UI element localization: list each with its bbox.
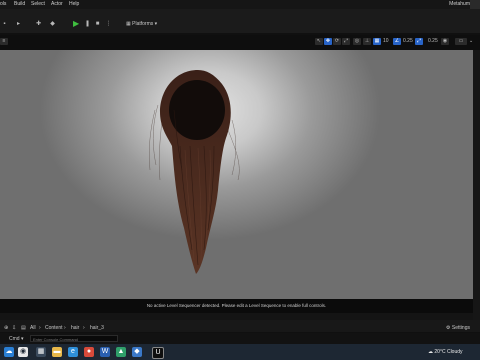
rotate-icon[interactable]: ⟳ xyxy=(333,38,341,45)
launch-options-icon[interactable]: ⋮ xyxy=(104,20,113,29)
word-icon[interactable]: W xyxy=(100,347,110,357)
translate-icon[interactable]: ✥ xyxy=(324,38,332,45)
breadcrumb-all[interactable]: All xyxy=(30,325,36,331)
menu-item-build[interactable]: Build xyxy=(14,1,25,7)
unreal-engine-icon[interactable]: U xyxy=(152,347,164,359)
add-actor-icon[interactable]: ✚ xyxy=(34,20,43,29)
weather-widget-icon[interactable]: ☁ xyxy=(4,347,14,357)
status-strip xyxy=(0,313,473,320)
chrome-icon[interactable]: ◉ xyxy=(18,347,28,357)
level-viewport[interactable] xyxy=(0,50,473,299)
platforms-dropdown[interactable]: ▦ Platforms ▾ xyxy=(126,21,157,27)
angle-snap-icon[interactable]: ∠ xyxy=(393,38,401,45)
add-icon[interactable]: ⊕ xyxy=(4,325,8,331)
play-button[interactable]: ▶ xyxy=(73,20,81,28)
app-icon-blue[interactable]: ◆ xyxy=(132,347,142,357)
breadcrumb-hair[interactable]: hair xyxy=(71,325,79,331)
select-mode-icon[interactable]: ↖ xyxy=(315,38,323,45)
mode-select-icon[interactable]: ▸ xyxy=(14,20,23,29)
viewport-scrollbar[interactable] xyxy=(473,50,480,320)
viewport-menu-icon[interactable]: ≡ xyxy=(0,38,8,45)
scale-icon[interactable]: ⤢ xyxy=(342,38,350,45)
grid-snap-value[interactable]: 10 xyxy=(383,38,389,45)
window-title: Metahum xyxy=(449,1,470,7)
file-explorer-icon[interactable]: ▬ xyxy=(52,347,62,357)
pause-icon[interactable]: ❚ xyxy=(83,20,92,29)
camera-speed-icon[interactable]: ◉ xyxy=(441,38,449,45)
hair-model xyxy=(148,70,240,274)
menu-item-actor[interactable]: Actor xyxy=(51,1,63,7)
app-icon-green[interactable]: ▲ xyxy=(116,347,126,357)
breadcrumb-separator-icon: › xyxy=(83,325,85,331)
blueprint-icon[interactable]: ◆ xyxy=(48,20,57,29)
sequencer-warning-text: No active Level Sequencer detected. Plea… xyxy=(146,303,327,308)
menu-item-help[interactable]: Help xyxy=(69,1,79,7)
chevron-down-icon[interactable]: ⌄ xyxy=(469,38,473,45)
angle-snap-value[interactable]: 0.25 xyxy=(403,38,413,45)
breadcrumb-separator-icon: › xyxy=(64,325,66,331)
menu-item-select[interactable]: Select xyxy=(31,1,45,7)
menu-item-tools[interactable]: ols xyxy=(0,1,6,7)
taskbar-weather: ☁ 20°C Cloudy xyxy=(428,349,463,355)
stop-icon[interactable]: ■ xyxy=(93,20,102,29)
main-toolbar xyxy=(0,9,480,33)
edge-icon[interactable]: e xyxy=(68,347,78,357)
app-icon-red[interactable]: ● xyxy=(84,347,94,357)
breadcrumb-hair3[interactable]: hair_3 xyxy=(90,325,104,331)
save-icon[interactable]: ▪ xyxy=(0,20,9,29)
import-icon[interactable]: ⇩ xyxy=(12,325,16,331)
breadcrumb-separator-icon: › xyxy=(39,325,41,331)
task-view-icon[interactable]: ▦ xyxy=(36,347,46,357)
console-command-input[interactable]: Enter Console Command xyxy=(30,335,118,342)
cmd-dropdown[interactable]: Cmd ▾ xyxy=(9,336,23,342)
breadcrumb-content[interactable]: Content xyxy=(45,325,63,331)
scale-snap-icon[interactable]: ⤢ xyxy=(415,38,423,45)
surface-snap-icon[interactable]: ⊥ xyxy=(363,38,371,45)
grid-snap-icon[interactable]: ▦ xyxy=(373,38,381,45)
settings-button[interactable]: ⚙ Settings xyxy=(446,325,470,331)
folder-icon[interactable]: ▤ xyxy=(21,325,26,331)
scale-snap-value[interactable]: 0.25 xyxy=(428,38,438,45)
layout-icon[interactable]: ▭ xyxy=(455,38,467,45)
window-control-button[interactable] xyxy=(470,0,480,9)
world-local-icon[interactable]: ◎ xyxy=(353,38,361,45)
